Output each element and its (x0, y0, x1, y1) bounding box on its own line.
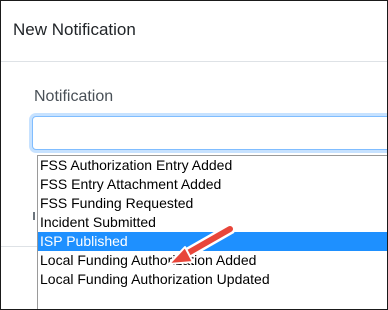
dropdown-option-selected[interactable]: ISP Published (38, 232, 387, 251)
modal-header: New Notification (1, 1, 387, 62)
partial-control-edge (33, 212, 35, 220)
dropdown-option[interactable]: Incident Submitted (38, 213, 387, 232)
dropdown-option[interactable]: FSS Entry Attachment Added (38, 175, 387, 194)
notification-select[interactable] (32, 116, 387, 150)
section-divider (1, 246, 37, 247)
dropdown-option[interactable]: Local Funding Authorization Updated (38, 270, 387, 289)
dropdown-option[interactable]: FSS Authorization Entry Added (38, 156, 387, 175)
dropdown-option[interactable]: FSS Funding Requested (38, 194, 387, 213)
modal-title: New Notification (13, 20, 136, 39)
modal-window: New Notification Notification FSS Author… (0, 0, 388, 310)
dropdown-option[interactable]: Local Funding Authorization Added (38, 251, 387, 270)
notification-dropdown-list[interactable]: FSS Authorization Entry Added FSS Entry … (37, 155, 387, 309)
notification-label: Notification (34, 88, 114, 105)
